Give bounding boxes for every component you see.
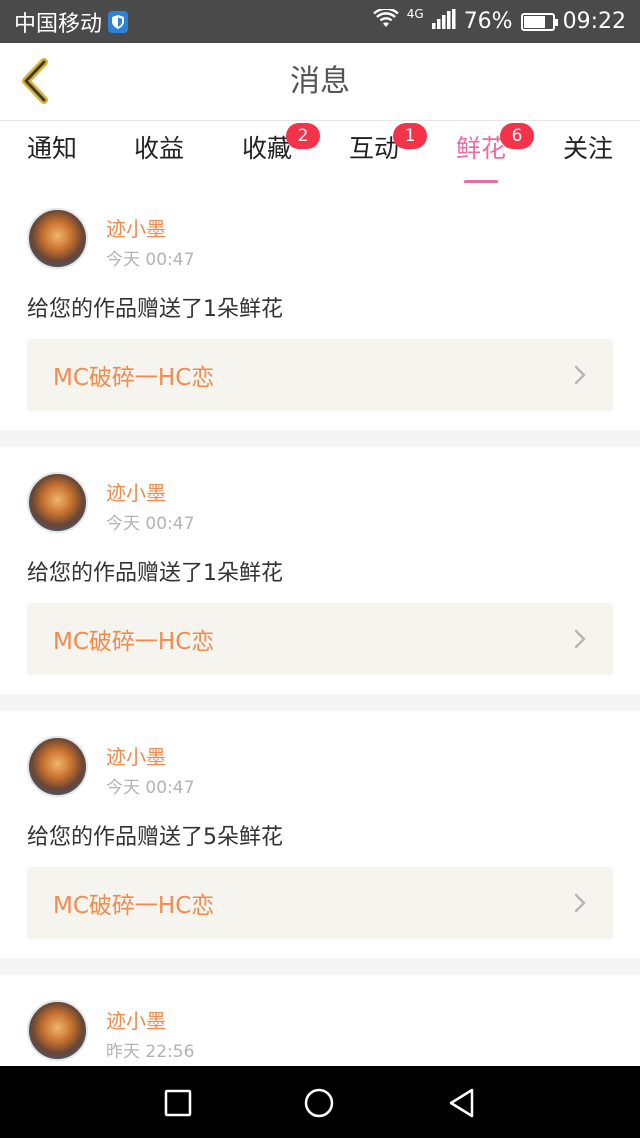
avatar[interactable] <box>27 1000 88 1061</box>
unread-badge: 1 <box>393 123 427 149</box>
tab-notifications[interactable]: 通知 <box>26 131 78 181</box>
status-bar: 中国移动 4G 76% 09:22 <box>0 0 640 43</box>
message-time: 今天 00:47 <box>106 250 195 270</box>
tab-label: 收益 <box>133 134 184 163</box>
tab-favorites[interactable]: 收藏 2 <box>241 123 320 181</box>
app-header: 消息 <box>0 43 640 121</box>
sender-name[interactable]: 迹小墨 <box>106 477 166 506</box>
carrier-group: 中国移动 <box>14 6 129 38</box>
page-title: 消息 <box>290 64 350 99</box>
chevron-right-icon <box>574 365 586 385</box>
work-title: MC破碎一HC恋 <box>53 893 215 919</box>
clock: 09:22 <box>562 9 626 34</box>
wifi-icon <box>372 7 399 35</box>
unread-badge: 2 <box>286 123 320 149</box>
work-link[interactable]: MC破碎一HC恋 <box>27 339 613 411</box>
list-item: 迹小墨 今天 00:47 给您的作品赠送了1朵鲜花 MC破碎一HC恋 <box>0 183 640 430</box>
sender-name[interactable]: 迹小墨 <box>106 1005 166 1034</box>
tab-following[interactable]: 关注 <box>562 131 614 181</box>
message-list: 迹小墨 今天 00:47 给您的作品赠送了1朵鲜花 MC破碎一HC恋 迹小墨 今… <box>0 183 640 1066</box>
signal-icon <box>431 8 456 35</box>
network-type: 4G <box>406 6 424 21</box>
message-text: 给您的作品赠送了5朵鲜花 <box>27 825 283 850</box>
message-time: 今天 00:47 <box>106 514 195 534</box>
work-title: MC破碎一HC恋 <box>53 365 215 391</box>
tab-earnings[interactable]: 收益 <box>133 131 185 181</box>
status-right: 4G 76% 09:22 <box>372 6 626 35</box>
message-text: 给您的作品赠送了1朵鲜花 <box>27 297 283 322</box>
system-nav-bar <box>0 1066 640 1138</box>
message-text: 给您的作品赠送了1朵鲜花 <box>27 561 283 586</box>
message-time: 今天 00:47 <box>106 778 195 798</box>
tab-interactions[interactable]: 互动 1 <box>348 123 427 181</box>
carrier-name: 中国移动 <box>14 11 103 37</box>
home-icon[interactable] <box>303 1087 335 1119</box>
sender-name[interactable]: 迹小墨 <box>106 213 166 242</box>
avatar[interactable] <box>27 736 88 797</box>
tab-flowers[interactable]: 鲜花 6 <box>455 123 534 184</box>
tab-bar: 通知 收益 收藏 2 互动 1 鲜花 6 关注 <box>0 121 640 184</box>
unread-badge: 6 <box>500 123 534 149</box>
work-title: MC破碎一HC恋 <box>53 629 215 655</box>
battery-icon <box>520 12 558 31</box>
tab-label: 通知 <box>26 134 77 163</box>
back-triangle-icon[interactable] <box>446 1087 478 1119</box>
list-item: 迹小墨 今天 00:47 给您的作品赠送了1朵鲜花 MC破碎一HC恋 <box>0 447 640 694</box>
list-item: 迹小墨 今天 00:47 给您的作品赠送了5朵鲜花 MC破碎一HC恋 <box>0 711 640 958</box>
work-link[interactable]: MC破碎一HC恋 <box>27 867 613 939</box>
avatar[interactable] <box>27 208 88 269</box>
message-time: 昨天 22:56 <box>106 1042 195 1062</box>
work-link[interactable]: MC破碎一HC恋 <box>27 603 613 675</box>
battery-text: 76% <box>463 9 513 34</box>
chevron-right-icon <box>574 893 586 913</box>
avatar[interactable] <box>27 472 88 533</box>
sender-name[interactable]: 迹小墨 <box>106 741 166 770</box>
list-item: 迹小墨 昨天 22:56 <box>0 975 640 1066</box>
chevron-right-icon <box>574 629 586 649</box>
shield-icon <box>108 10 129 33</box>
recents-icon[interactable] <box>162 1087 194 1119</box>
tab-label: 关注 <box>562 134 613 163</box>
